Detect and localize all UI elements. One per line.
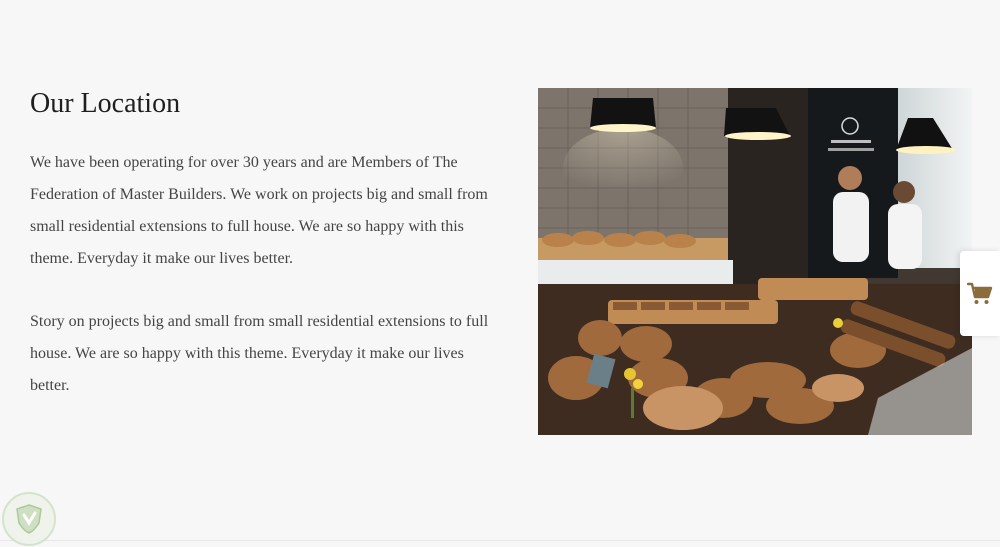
location-paragraph: We have been operating for over 30 years… (30, 154, 488, 267)
location-section: Our Location We have been operating for … (0, 0, 1000, 547)
section-title: Our Location (30, 88, 181, 119)
shopping-cart-icon (967, 282, 993, 304)
site-badge[interactable] (2, 492, 56, 546)
bakery-photo (538, 88, 972, 435)
section-divider (0, 540, 1000, 541)
location-paragraph: Story on projects big and small from sma… (30, 313, 489, 394)
bakery-image (538, 88, 972, 435)
cart-button[interactable] (960, 251, 1000, 336)
shield-logo-icon (16, 504, 42, 534)
